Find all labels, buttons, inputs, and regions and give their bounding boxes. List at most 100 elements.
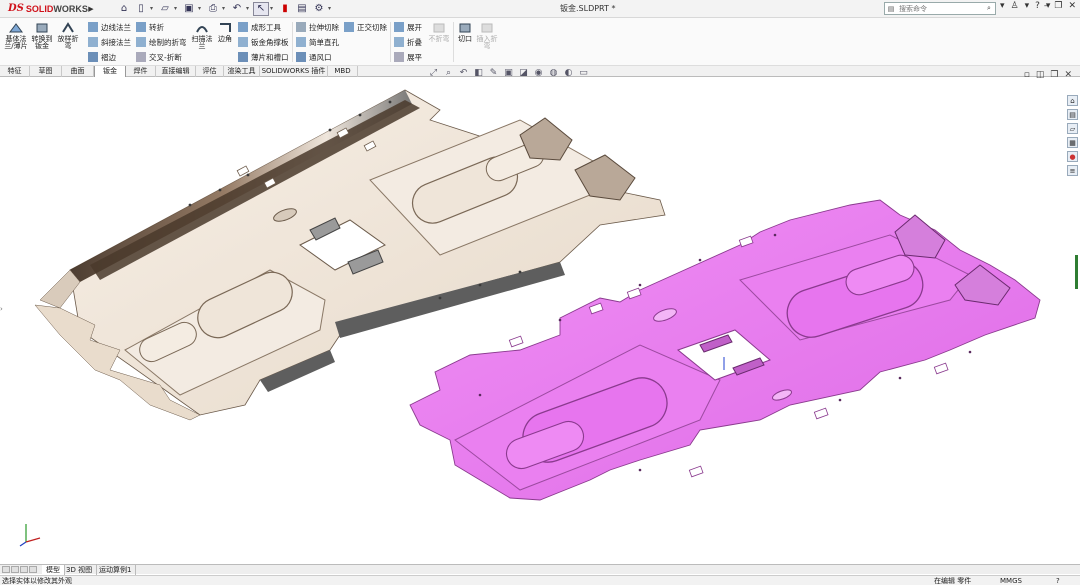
tab-3d-views[interactable]: 3D 视图: [62, 565, 98, 575]
tab-sketch[interactable]: 草图: [30, 66, 62, 77]
chevron-down-icon[interactable]: ▾: [1000, 1, 1005, 11]
section-view-icon[interactable]: ◧: [473, 68, 484, 78]
zoom-to-fit-icon[interactable]: ⤢: [428, 68, 439, 78]
sketched-bend-button[interactable]: 绘制的折弯: [136, 36, 187, 48]
search-scope-icon[interactable]: ▤: [885, 5, 897, 13]
previous-view-icon[interactable]: ↶: [458, 68, 469, 78]
select-icon[interactable]: ↖: [253, 1, 269, 16]
tab-solidworks-addins[interactable]: SOLIDWORKS 插件: [260, 66, 328, 77]
fold-button[interactable]: 折叠: [394, 36, 422, 48]
user-icon[interactable]: ♙: [1011, 1, 1019, 11]
no-bends-button[interactable]: 不折弯: [428, 22, 450, 43]
tab-and-slot-button[interactable]: 薄片和槽口: [238, 51, 289, 63]
search-box[interactable]: ▤ 搜索命令 ⌕: [884, 2, 996, 15]
swept-flange-button[interactable]: 扫描法兰: [190, 22, 214, 50]
viewport-tile-icon[interactable]: ◫: [1036, 70, 1045, 80]
jog-button[interactable]: 转折: [136, 21, 164, 33]
hem-button[interactable]: 褶边: [88, 51, 116, 63]
forming-tool-button[interactable]: 成形工具: [238, 21, 281, 33]
menu-expand-icon[interactable]: ▶: [86, 0, 96, 18]
hide-show-icon[interactable]: ◉: [533, 68, 544, 78]
zoom-to-area-icon[interactable]: ⌕: [443, 68, 454, 78]
unfold-button[interactable]: 展开: [394, 21, 422, 33]
tab-evaluate[interactable]: 评估: [196, 66, 224, 77]
tab-weldments[interactable]: 焊件: [126, 66, 156, 77]
corners-button[interactable]: 边角: [216, 22, 234, 43]
cross-break-icon: [136, 52, 146, 62]
last-tab-icon[interactable]: [29, 566, 37, 573]
rebuild-icon[interactable]: ▮: [277, 2, 293, 16]
gusset-button[interactable]: 钣金角撑板: [238, 36, 289, 48]
chevron-down-icon[interactable]: ▾: [198, 5, 204, 12]
search-icon[interactable]: ⌕: [983, 4, 995, 13]
home-icon[interactable]: ⌂: [116, 2, 132, 16]
dynamic-annotation-icon[interactable]: ✎: [488, 68, 499, 78]
undo-icon[interactable]: ↶: [229, 2, 245, 16]
scene-icon[interactable]: ◐: [563, 68, 574, 78]
miter-flange-button[interactable]: 斜接法兰: [88, 36, 131, 48]
simple-hole-button[interactable]: 简单直孔: [296, 36, 339, 48]
solidworks-resources-icon[interactable]: ⌂: [1067, 95, 1078, 106]
appearance-icon[interactable]: ◍: [548, 68, 559, 78]
help-icon[interactable]: ?: [1035, 1, 1040, 11]
display-style-icon[interactable]: ◪: [518, 68, 529, 78]
file-explorer-icon[interactable]: ▱: [1067, 123, 1078, 134]
chevron-down-icon[interactable]: ▾: [222, 5, 228, 12]
chevron-down-icon[interactable]: ▾: [328, 5, 334, 12]
unfold-icon: [394, 22, 404, 32]
tab-render-tools[interactable]: 渲染工具: [224, 66, 260, 77]
first-tab-icon[interactable]: [2, 566, 10, 573]
cross-break-button[interactable]: 交叉-折断: [136, 51, 182, 63]
design-library-icon[interactable]: ▤: [1067, 109, 1078, 120]
view-settings-icon[interactable]: ▭: [578, 68, 589, 78]
chevron-down-icon[interactable]: ▾: [150, 5, 156, 12]
rip-button[interactable]: 切口: [456, 22, 474, 43]
appearances-icon[interactable]: ●: [1067, 151, 1078, 162]
tab-motion-study[interactable]: 运动算例1: [95, 565, 137, 575]
base-flange-button[interactable]: 基体法兰/薄片: [4, 22, 28, 50]
viewport-restore-icon[interactable]: ❐: [1050, 70, 1058, 80]
viewport-minimize-icon[interactable]: ▫: [1024, 70, 1030, 80]
new-document-icon[interactable]: ▯: [133, 2, 149, 16]
feature-tree-expand-handle[interactable]: ›: [0, 305, 5, 320]
restore-icon[interactable]: ❐: [1054, 1, 1062, 11]
next-tab-icon[interactable]: [20, 566, 28, 573]
task-pane: ⌂ ▤ ▱ ▦ ● ≡: [1067, 95, 1079, 176]
view-orientation-icon[interactable]: ▣: [503, 68, 514, 78]
view-palette-icon[interactable]: ▦: [1067, 137, 1078, 148]
graphics-area[interactable]: ›: [0, 77, 1080, 563]
normal-cut-button[interactable]: 正交切除: [344, 21, 387, 33]
save-icon[interactable]: ▣: [181, 2, 197, 16]
chevron-down-icon[interactable]: ▾: [174, 5, 180, 12]
lofted-bend-button[interactable]: 放样折弯: [56, 22, 80, 50]
vent-button[interactable]: 通风口: [296, 51, 332, 63]
close-icon[interactable]: ✕: [1068, 1, 1076, 11]
tab-features[interactable]: 特征: [0, 66, 30, 77]
tab-scroll-arrows[interactable]: [2, 566, 37, 573]
base-flange-icon: [9, 22, 23, 34]
search-input[interactable]: 搜索命令: [897, 4, 983, 14]
insert-bends-button[interactable]: 插入折弯: [476, 22, 498, 50]
forming-tool-icon: [238, 22, 248, 32]
edge-flange-button[interactable]: 边线法兰: [88, 21, 131, 33]
tab-surfaces[interactable]: 曲面: [62, 66, 94, 77]
file-properties-icon[interactable]: ▤: [294, 2, 310, 16]
chevron-down-icon[interactable]: ▾: [1025, 1, 1030, 11]
convert-to-sheet-metal-button[interactable]: 转换到钣金: [30, 22, 54, 50]
open-icon[interactable]: ▱: [157, 2, 173, 16]
print-icon[interactable]: ⎙: [205, 2, 221, 16]
extruded-cut-button[interactable]: 拉伸切除: [296, 21, 339, 33]
custom-properties-icon[interactable]: ≡: [1067, 165, 1078, 176]
tab-mbd[interactable]: MBD: [328, 66, 358, 77]
viewport-close-icon[interactable]: ✕: [1064, 70, 1072, 80]
tab-direct-editing[interactable]: 直接编辑: [156, 66, 196, 77]
chevron-down-icon[interactable]: ▾: [270, 5, 276, 12]
tab-slot-icon: [238, 52, 248, 62]
solidworks-logo[interactable]: DS SOLIDWORKS: [0, 0, 88, 18]
flatten-button[interactable]: 展平: [394, 51, 422, 63]
chevron-down-icon[interactable]: ▾: [246, 5, 252, 12]
tab-sheet-metal[interactable]: 钣金: [94, 66, 126, 77]
options-gear-icon[interactable]: ⚙: [311, 2, 327, 16]
minimize-icon[interactable]: –: [1044, 1, 1049, 11]
prev-tab-icon[interactable]: [11, 566, 19, 573]
